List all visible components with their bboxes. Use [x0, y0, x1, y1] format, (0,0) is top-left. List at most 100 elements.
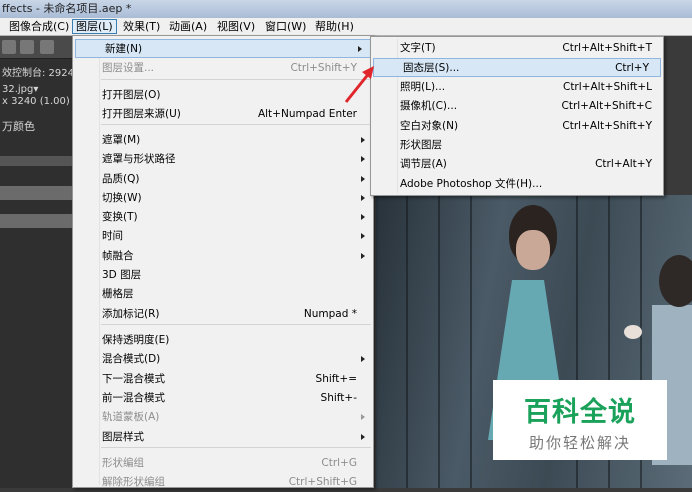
layer-menu-item[interactable]: 轨道蒙板(A)	[73, 408, 373, 427]
menu-composition[interactable]: 图像合成(C)	[6, 19, 72, 34]
submenu-arrow-icon	[361, 356, 365, 362]
boy-head	[659, 255, 692, 307]
menu-item-label: 时间	[102, 230, 123, 242]
layer-menu-item[interactable]: 形状编组 Ctrl+G	[73, 454, 373, 473]
menu-item-label: 下一混合模式	[102, 373, 165, 385]
menu-layer[interactable]: 图层(L)	[72, 19, 117, 34]
menu-item-label: 品质(Q)	[102, 173, 140, 185]
layer-menu-item[interactable]: 遮罩与形状路径	[73, 150, 373, 169]
submenu-arrow-icon	[361, 434, 365, 440]
flower	[624, 325, 642, 339]
layer-menu-item[interactable]: 下一混合模式 Shift+=	[73, 370, 373, 389]
new-submenu-item[interactable]: 照明(L)... Ctrl+Alt+Shift+L	[371, 78, 663, 97]
menu-item-label: 打开图层来源(U)	[102, 108, 181, 120]
layer-menu-item[interactable]: 保持透明度(E)	[73, 331, 373, 350]
menu-item-label: 图层设置...	[102, 62, 155, 74]
menu-animation[interactable]: 动画(A)	[166, 19, 210, 34]
layer-menu-item[interactable]: 图层样式	[73, 428, 373, 447]
zoom-icon[interactable]	[20, 40, 34, 54]
girl-face	[516, 230, 550, 270]
layer-menu-item[interactable]: 栅格层	[73, 285, 373, 304]
menu-item-shortcut: Numpad *	[303, 308, 357, 320]
menu-item-label: 固态层(S)...	[403, 62, 460, 75]
new-submenu-item[interactable]: 固态层(S)... Ctrl+Y	[373, 58, 661, 78]
menu-effect[interactable]: 效果(T)	[120, 19, 163, 34]
menu-view[interactable]: 视图(V)	[214, 19, 258, 34]
menu-item-shortcut: Ctrl+Y	[615, 62, 649, 75]
footage-name[interactable]: 32.jpg▾	[2, 84, 38, 95]
menu-item-label: 切换(W)	[102, 192, 142, 204]
menu-item-label: 遮罩与形状路径	[102, 153, 176, 165]
menu-separator	[101, 447, 371, 448]
tool-strip	[0, 36, 72, 59]
new-submenu-item[interactable]: 空白对象(N) Ctrl+Alt+Shift+Y	[371, 117, 663, 136]
layer-menu-item[interactable]: 图层设置... Ctrl+Shift+Y	[73, 59, 373, 78]
menu-bar: 图像合成(C) 图层(L) 效果(T) 动画(A) 视图(V) 窗口(W) 帮助…	[0, 18, 692, 36]
submenu-arrow-icon	[358, 46, 362, 52]
menu-item-label: 变换(T)	[102, 211, 138, 223]
menu-separator	[101, 324, 371, 325]
menu-item-label: 新建(N)	[105, 43, 143, 55]
submenu-arrow-icon	[361, 156, 365, 162]
window-title: ffects - 未命名项目.aep *	[0, 0, 692, 18]
new-submenu-item[interactable]: Adobe Photoshop 文件(H)...	[371, 175, 663, 194]
layer-menu-item[interactable]: 混合模式(D)	[73, 350, 373, 369]
menu-item-label: 混合模式(D)	[102, 353, 161, 365]
menu-item-label: 照明(L)...	[400, 80, 446, 93]
red-arrow-icon	[344, 66, 374, 103]
menu-window[interactable]: 窗口(W)	[262, 19, 309, 34]
menu-item-label: 添加标记(R)	[102, 308, 160, 320]
new-submenu-item[interactable]: 摄像机(C)... Ctrl+Alt+Shift+C	[371, 97, 663, 116]
pan-icon[interactable]	[2, 40, 16, 54]
rotate-icon[interactable]	[40, 40, 54, 54]
footage-resolution: x 3240 (1.00)	[2, 96, 70, 107]
panel-header-2	[0, 214, 72, 228]
layer-menu-item[interactable]: 变换(T)	[73, 208, 373, 227]
layer-menu-item[interactable]: 切换(W)	[73, 189, 373, 208]
menu-separator	[101, 79, 371, 80]
panel-header	[0, 186, 72, 200]
layer-menu-item[interactable]: 遮罩(M)	[73, 131, 373, 150]
layer-menu-item[interactable]: 3D 图层	[73, 266, 373, 285]
effect-controls-label: 效控制台: 2924	[2, 68, 74, 79]
layer-menu-item[interactable]: 品质(Q)	[73, 170, 373, 189]
layer-menu-item[interactable]: 打开图层来源(U) Alt+Numpad Enter	[73, 105, 373, 124]
menu-item-label: 前一混合模式	[102, 392, 165, 404]
menu-item-shortcut: Ctrl+Alt+Shift+T	[562, 42, 652, 54]
menu-item-shortcut: Ctrl+Alt+Y	[595, 158, 652, 171]
menu-item-label: 轨道蒙板(A)	[102, 411, 160, 423]
layer-menu-item[interactable]: 新建(N)	[75, 39, 371, 58]
submenu-arrow-icon	[361, 253, 365, 259]
submenu-arrow-icon	[361, 137, 365, 143]
layer-menu-item[interactable]: 添加标记(R) Numpad *	[73, 305, 373, 324]
new-submenu-item[interactable]: 文字(T) Ctrl+Alt+Shift+T	[371, 39, 663, 58]
new-submenu-item[interactable]: 形状图层	[371, 136, 663, 155]
layer-menu: 新建(N) 图层设置... Ctrl+Shift+Y 打开图层(O) 打开图层来源(U)…	[72, 35, 374, 488]
footage-colors: 万颜色	[2, 120, 35, 133]
menu-item-label: Adobe Photoshop 文件(H)...	[400, 177, 543, 190]
menu-item-shortcut: Shift+-	[320, 392, 357, 404]
layer-menu-item[interactable]: 时间	[73, 227, 373, 246]
layer-menu-item[interactable]: 前一混合模式 Shift+-	[73, 389, 373, 408]
menu-help[interactable]: 帮助(H)	[312, 19, 357, 34]
menu-item-shortcut: Ctrl+Shift+G	[288, 476, 357, 488]
menu-item-label: 帧融合	[102, 250, 134, 262]
layer-menu-item[interactable]: 打开图层(O)	[73, 86, 373, 105]
watermark-title: 百科全说	[524, 397, 636, 428]
menu-item-label: 遮罩(M)	[102, 134, 141, 146]
layer-menu-item[interactable]: 帧融合	[73, 247, 373, 266]
menu-item-label: 栅格层	[102, 288, 134, 300]
menu-item-label: 解除形状编组	[102, 476, 165, 488]
submenu-arrow-icon	[361, 176, 365, 182]
menu-item-label: 空白对象(N)	[400, 119, 459, 132]
menu-item-shortcut: Ctrl+Alt+Shift+L	[562, 80, 652, 93]
new-submenu-item[interactable]: 调节层(A) Ctrl+Alt+Y	[371, 155, 663, 174]
menu-item-shortcut: Ctrl+G	[321, 457, 357, 469]
watermark-subtitle: 助你轻松解决	[528, 434, 631, 452]
panel-divider	[0, 156, 72, 166]
new-submenu: 文字(T) Ctrl+Alt+Shift+T 固态层(S)... Ctrl+Y 照明(L…	[370, 36, 664, 196]
menu-item-label: 打开图层(O)	[102, 89, 161, 101]
menu-item-label: 调节层(A)	[400, 158, 447, 171]
menu-item-label: 文字(T)	[400, 42, 436, 54]
layer-menu-item[interactable]: 解除形状编组 Ctrl+Shift+G	[73, 473, 373, 492]
